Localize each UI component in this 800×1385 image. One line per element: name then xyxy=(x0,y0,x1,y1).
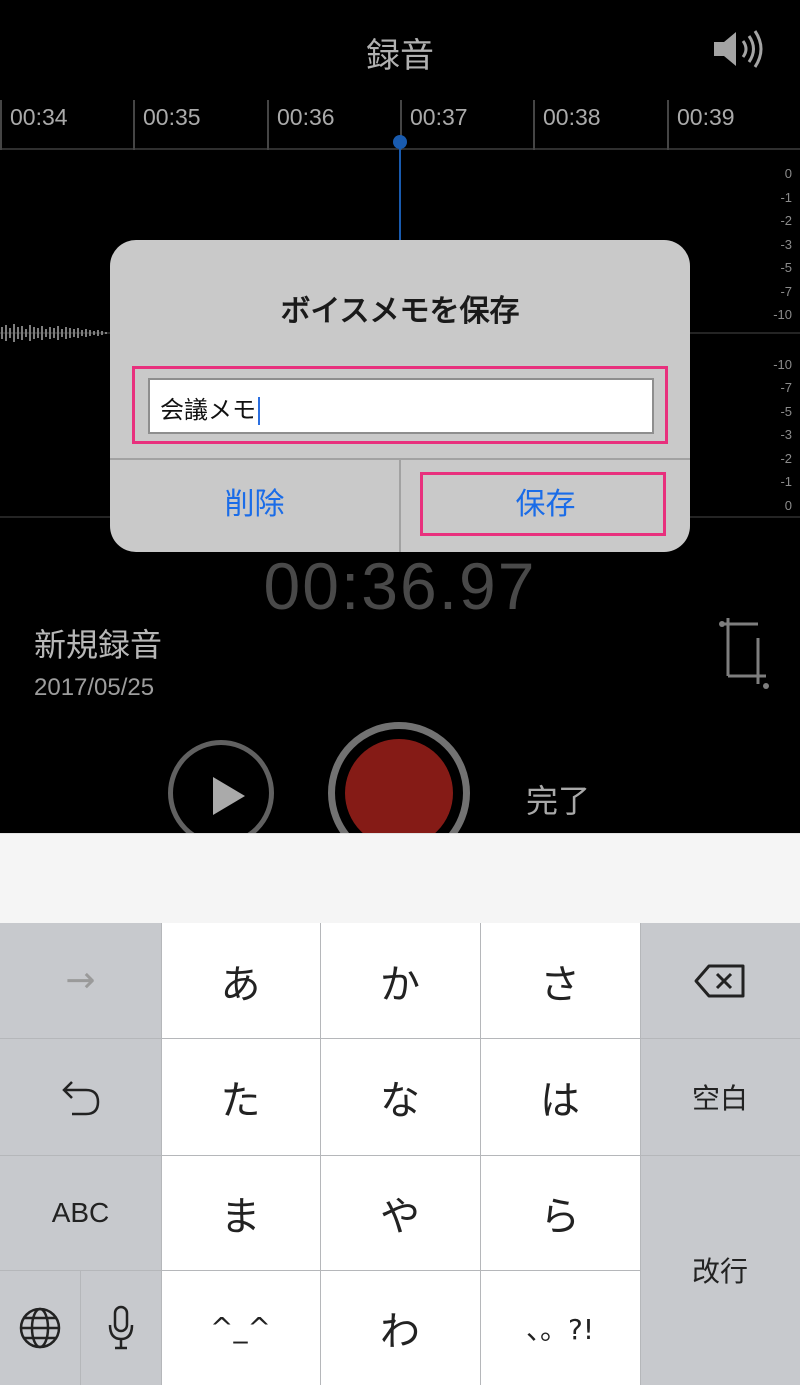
key-label: た xyxy=(220,1077,261,1124)
delete-button[interactable]: 削除 xyxy=(110,458,399,552)
japanese-kana-keyboard: → あ か さ た な は 空白 ABC ま や ら 改行 ^_^ わ 、。?! xyxy=(0,923,800,1385)
key-wa[interactable]: わ xyxy=(320,1270,480,1385)
key-divider xyxy=(640,923,641,1385)
key-ra[interactable]: ら xyxy=(480,1155,640,1270)
key-abc[interactable]: ABC xyxy=(0,1155,161,1270)
key-divider xyxy=(640,1038,800,1039)
key-next-arrow[interactable]: → xyxy=(0,923,161,1038)
key-ta[interactable]: た xyxy=(161,1038,320,1155)
annotation-highlight-field xyxy=(132,366,668,444)
key-ha[interactable]: は xyxy=(480,1038,640,1155)
key-divider xyxy=(80,1270,81,1385)
key-divider xyxy=(0,1155,800,1156)
mic-icon xyxy=(108,1305,133,1349)
key-label: ま xyxy=(220,1193,261,1240)
key-emoticon[interactable]: ^_^ xyxy=(161,1270,320,1385)
key-label: 改行 xyxy=(691,1255,748,1288)
key-a[interactable]: あ xyxy=(161,923,320,1038)
save-voice-memo-dialog: ボイスメモを保存 会議メモ 削除 保存 xyxy=(110,240,690,552)
key-label: 、。?! xyxy=(525,1312,595,1346)
key-label: ABC xyxy=(51,1196,110,1228)
key-label: は xyxy=(540,1077,580,1124)
key-divider xyxy=(320,923,321,1385)
key-label: ^_^ xyxy=(210,1311,271,1344)
undo-icon xyxy=(61,1080,99,1115)
globe-icon xyxy=(19,1307,61,1348)
key-punctuation[interactable]: 、。?! xyxy=(480,1270,640,1385)
key-undo[interactable] xyxy=(0,1038,161,1155)
key-divider xyxy=(161,923,162,1385)
key-globe[interactable] xyxy=(0,1270,80,1385)
key-return[interactable]: 改行 xyxy=(640,1155,800,1385)
key-backspace[interactable] xyxy=(640,923,800,1038)
key-ma[interactable]: ま xyxy=(161,1155,320,1270)
key-label: な xyxy=(380,1077,420,1124)
backspace-icon xyxy=(694,964,745,997)
key-sa[interactable]: さ xyxy=(480,923,640,1038)
key-space[interactable]: 空白 xyxy=(640,1038,800,1155)
key-dictation[interactable] xyxy=(80,1270,161,1385)
dialog-title: ボイスメモを保存 xyxy=(280,294,520,329)
key-label: 空白 xyxy=(691,1081,748,1115)
key-label: ら xyxy=(540,1193,580,1240)
key-label: か xyxy=(380,961,420,1008)
key-ka[interactable]: か xyxy=(320,923,480,1038)
key-divider xyxy=(480,923,481,1385)
key-label: わ xyxy=(380,1308,420,1355)
key-label: や xyxy=(380,1193,420,1240)
arrow-right-icon: → xyxy=(65,960,96,1001)
key-label: あ xyxy=(220,961,261,1008)
key-label: さ xyxy=(540,961,580,1008)
key-na[interactable]: な xyxy=(320,1038,480,1155)
key-ya[interactable]: や xyxy=(320,1155,480,1270)
keyboard-suggestion-bar xyxy=(0,833,800,923)
annotation-highlight-save xyxy=(420,472,666,536)
